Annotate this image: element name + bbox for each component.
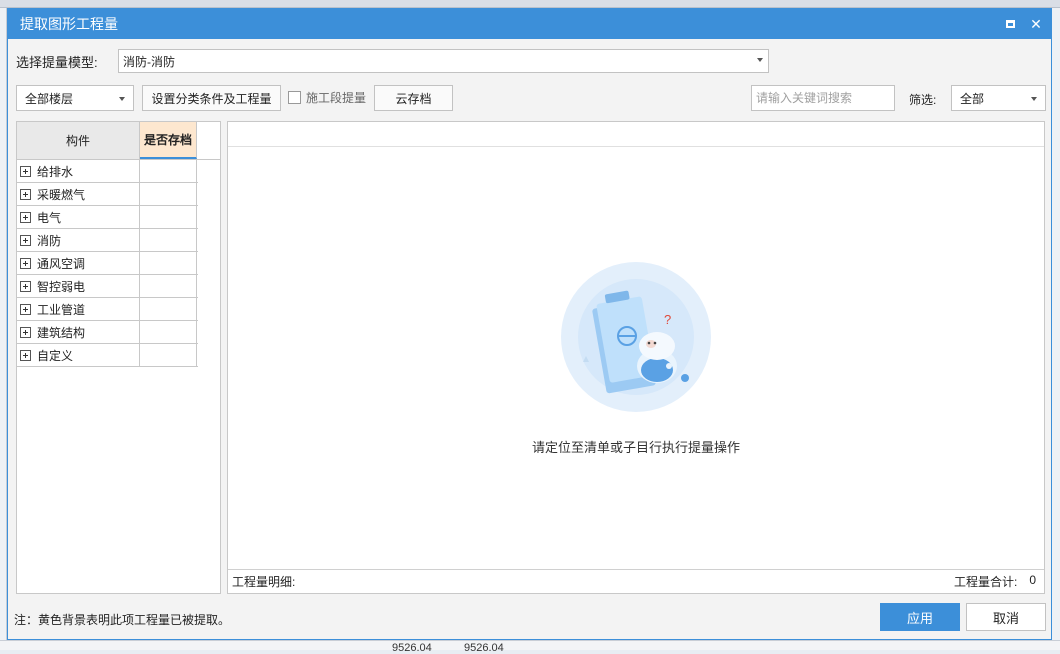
background-app-right: [1052, 8, 1060, 650]
chevron-down-icon: [119, 97, 125, 101]
tree-item-label: 通风空调: [37, 256, 86, 271]
model-select-row: 选择提量模型: 消防-消防: [16, 49, 769, 73]
tree-cell-component[interactable]: 采暖燃气: [17, 183, 140, 205]
empty-state-illustration: ?: [561, 262, 711, 412]
set-conditions-button[interactable]: 设置分类条件及工程量: [142, 85, 281, 111]
cancel-button[interactable]: 取消: [966, 603, 1046, 631]
filter-select-value: 全部: [960, 91, 985, 106]
model-select-label: 选择提量模型:: [16, 54, 98, 70]
tree-item-label: 消防: [37, 233, 62, 248]
tree-row[interactable]: 消防: [17, 229, 198, 252]
floor-select-value: 全部楼层: [25, 91, 74, 106]
tree-cell-component[interactable]: 电气: [17, 206, 140, 228]
tree-row[interactable]: 自定义: [17, 344, 198, 367]
floor-select[interactable]: 全部楼层: [16, 85, 134, 111]
background-value: 9526.04: [392, 642, 432, 654]
close-button[interactable]: ✕: [1025, 13, 1047, 35]
cloud-save-button[interactable]: 云存档: [374, 85, 453, 111]
stage-quantity-checkbox[interactable]: 施工段提量: [288, 89, 366, 106]
empty-state-message: 请定位至清单或子目行执行提量操作: [531, 440, 740, 455]
checkbox-box[interactable]: [288, 91, 301, 104]
search-input[interactable]: [751, 85, 895, 111]
tree-item-label: 采暖燃气: [37, 187, 86, 202]
tree-row[interactable]: 建筑结构: [17, 321, 198, 344]
tree-rows: 给排水采暖燃气电气消防通风空调智控弱电工业管道建筑结构自定义: [17, 160, 220, 367]
quantity-total-value: 0: [1029, 573, 1036, 587]
tree-cell-component[interactable]: 消防: [17, 229, 140, 251]
tree-item-label: 工业管道: [37, 302, 86, 317]
expand-plus-icon[interactable]: [20, 349, 31, 361]
tree-cell-saved: [140, 344, 197, 366]
tree-row[interactable]: 采暖燃气: [17, 183, 198, 206]
tree-cell-component[interactable]: 通风空调: [17, 252, 140, 274]
background-app-left: [0, 8, 7, 650]
quantity-detail-label: 工程量明细:: [232, 575, 296, 589]
maximize-icon: [1005, 20, 1015, 28]
tree-item-label: 自定义: [37, 348, 74, 363]
tree-cell-component[interactable]: 自定义: [17, 344, 140, 366]
background-app-bottom: 9526.04 9526.04: [0, 640, 1060, 654]
column-header-saved[interactable]: 是否存档: [140, 122, 197, 159]
background-app-top: [0, 0, 1060, 8]
tree-item-label: 建筑结构: [37, 325, 86, 340]
tree-row[interactable]: 给排水: [17, 160, 198, 183]
model-select-value: 消防-消防: [123, 54, 175, 69]
detail-footer: 工程量明细: 工程量合计: 0: [228, 569, 1044, 593]
tree-cell-component[interactable]: 智控弱电: [17, 275, 140, 297]
apply-button[interactable]: 应用: [880, 603, 960, 631]
expand-plus-icon[interactable]: [20, 257, 31, 269]
expand-plus-icon[interactable]: [20, 303, 31, 315]
svg-text:?: ?: [664, 312, 671, 327]
tree-cell-saved: [140, 275, 197, 297]
component-tree-panel: 构件 是否存档 给排水采暖燃气电气消防通风空调智控弱电工业管道建筑结构自定义: [16, 121, 221, 594]
filter-label: 筛选:: [909, 93, 937, 107]
detail-header: [228, 122, 1044, 147]
chevron-down-icon: [757, 58, 763, 62]
model-select[interactable]: 消防-消防: [118, 49, 769, 73]
tree-row[interactable]: 智控弱电: [17, 275, 198, 298]
tree-cell-saved: [140, 321, 197, 343]
tree-row[interactable]: 工业管道: [17, 298, 198, 321]
stage-quantity-label: 施工段提量: [306, 91, 367, 105]
tree-cell-saved: [140, 252, 197, 274]
tree-cell-saved: [140, 229, 197, 251]
tree-cell-component[interactable]: 工业管道: [17, 298, 140, 320]
expand-plus-icon[interactable]: [20, 234, 31, 246]
tree-cell-saved: [140, 298, 197, 320]
tree-item-label: 给排水: [37, 164, 74, 179]
tree-item-label: 电气: [37, 210, 62, 225]
toolbar: 全部楼层 设置分类条件及工程量 施工段提量 云存档 筛选: 全部: [16, 85, 1046, 111]
quantity-total-label: 工程量合计:: [953, 575, 1018, 589]
close-icon: ✕: [1030, 16, 1042, 32]
maximize-button[interactable]: [999, 13, 1021, 35]
expand-plus-icon[interactable]: [20, 280, 31, 292]
extract-quantity-dialog: 提取图形工程量 ✕ 选择提量模型: 消防-消防 全部楼层 设置分类条件及工程量 …: [7, 8, 1052, 640]
filter-select[interactable]: 全部: [951, 85, 1046, 111]
tree-cell-component[interactable]: 给排水: [17, 160, 140, 182]
tree-cell-saved: [140, 206, 197, 228]
tree-row[interactable]: 电气: [17, 206, 198, 229]
tree-row[interactable]: 通风空调: [17, 252, 198, 275]
tree-item-label: 智控弱电: [37, 279, 86, 294]
tree-cell-saved: [140, 183, 197, 205]
tree-header: 构件 是否存档: [17, 122, 220, 160]
expand-plus-icon[interactable]: [20, 188, 31, 200]
tree-cell-component[interactable]: 建筑结构: [17, 321, 140, 343]
expand-plus-icon[interactable]: [20, 326, 31, 338]
quantity-detail-panel: ? 请定位至清单或子目行执行提量操作 工程量明细: 工程量合计: 0: [227, 121, 1045, 594]
expand-plus-icon[interactable]: [20, 165, 31, 177]
chevron-down-icon: [1031, 97, 1037, 101]
background-value: 9526.04: [464, 642, 504, 654]
dialog-titlebar: 提取图形工程量 ✕: [8, 9, 1051, 39]
tree-cell-saved: [140, 160, 197, 182]
expand-plus-icon[interactable]: [20, 211, 31, 223]
column-header-component[interactable]: 构件: [17, 122, 140, 159]
dialog-title: 提取图形工程量: [20, 16, 118, 32]
footnote: 注：黄色背景表明此项工程量已被提取。: [14, 613, 231, 627]
